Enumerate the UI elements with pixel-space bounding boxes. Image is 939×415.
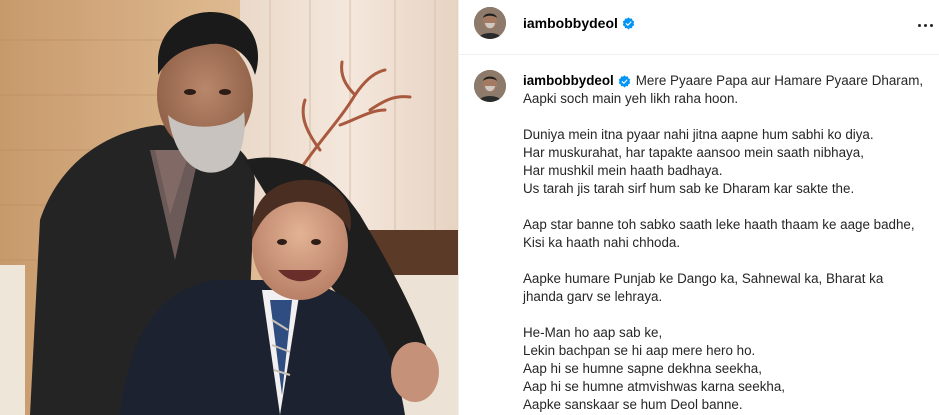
caption-first-line: Mere Pyaare Papa aur Hamare Pyaare Dhara… — [635, 73, 924, 88]
avatar-image — [474, 70, 506, 102]
more-horizontal-icon — [917, 23, 921, 27]
caption-avatar[interactable] — [474, 70, 506, 102]
instagram-post: iambobbydeol iambobbydeol Mere Pyaare Pa… — [0, 0, 939, 415]
caption-username[interactable]: iambobbydeol — [523, 72, 614, 90]
caption-line: Lekin bachpan se hi aap mere hero ho. — [523, 343, 756, 358]
post-side-panel: iambobbydeol iambobbydeol Mere Pyaare Pa… — [458, 0, 939, 415]
caption-line: He-Man ho aap sab ke, — [523, 325, 663, 340]
caption-line: Aap hi se humne atmvishwas karna seekha, — [523, 379, 786, 394]
avatar-image — [474, 7, 506, 39]
verified-badge-icon — [618, 74, 630, 88]
caption-line: Aapki soch main yeh likh raha hoon. — [523, 91, 739, 106]
caption-text: iambobbydeol Mere Pyaare Papa aur Hamare… — [523, 72, 933, 414]
avatar[interactable] — [474, 7, 506, 39]
verified-badge-icon — [622, 16, 635, 30]
post-photo[interactable] — [0, 0, 458, 415]
caption-line: Har mushkil mein haath badhaya. — [523, 163, 723, 178]
more-options-button[interactable] — [914, 14, 936, 36]
post-photo-image — [0, 0, 458, 415]
post-caption: iambobbydeol Mere Pyaare Papa aur Hamare… — [459, 55, 939, 415]
caption-line: Aapke sanskaar se hum Deol banne. — [523, 397, 743, 412]
caption-line: Kisi ka haath nahi chhoda. — [523, 235, 681, 250]
caption-line: Aap star banne toh sabko saath leke haat… — [523, 217, 915, 232]
caption-line: jhanda garv se lehraya. — [523, 289, 663, 304]
caption-line: Duniya mein itna pyaar nahi jitna aapne … — [523, 127, 874, 142]
post-header: iambobbydeol — [459, 0, 939, 55]
caption-username-link[interactable]: iambobbydeol — [523, 72, 631, 90]
username[interactable]: iambobbydeol — [523, 15, 618, 31]
username-link[interactable]: iambobbydeol — [523, 15, 635, 31]
caption-line: Har muskurahat, har tapakte aansoo mein … — [523, 145, 864, 160]
caption-line: Aap hi se humne sapne dekhna seekha, — [523, 361, 762, 376]
caption-line: Aapke humare Punjab ke Dango ka, Sahnewa… — [523, 271, 884, 286]
caption-line: Us tarah jis tarah sirf hum sab ke Dhara… — [523, 181, 855, 196]
